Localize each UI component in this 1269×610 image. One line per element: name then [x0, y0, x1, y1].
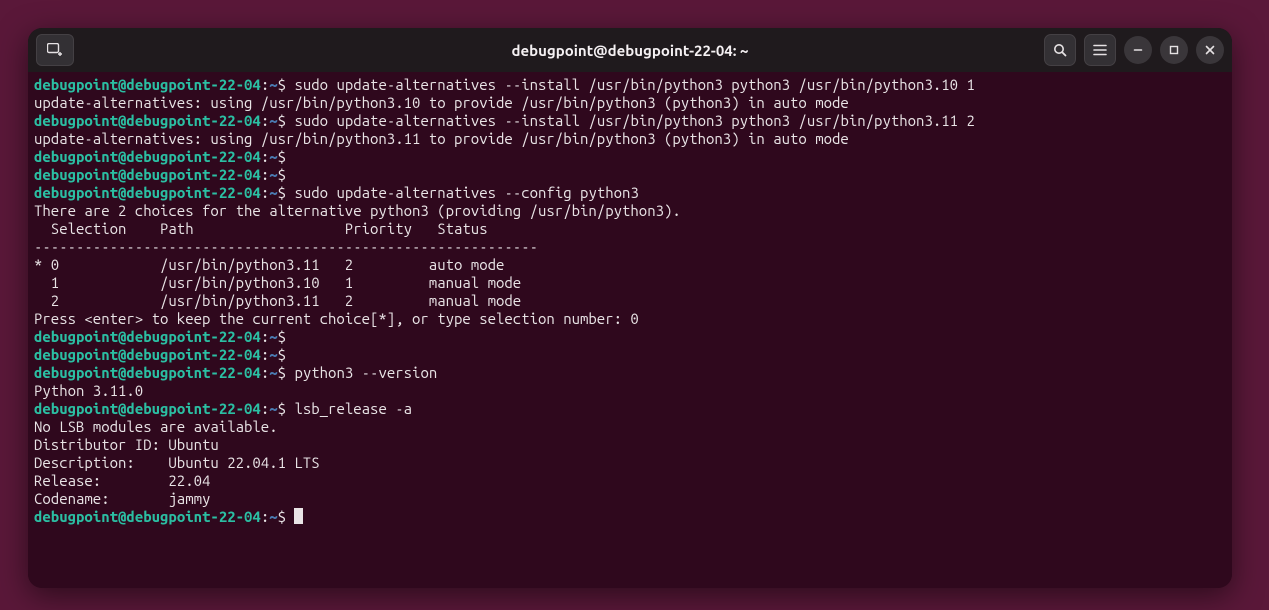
terminal-line: debugpoint@debugpoint-22-04:~$ sudo upda…: [34, 76, 1226, 94]
terminal-output: update-alternatives: using /usr/bin/pyth…: [34, 94, 1226, 112]
terminal-line: debugpoint@debugpoint-22-04:~$: [34, 166, 1226, 184]
terminal-line: debugpoint@debugpoint-22-04:~$: [34, 328, 1226, 346]
terminal-line: debugpoint@debugpoint-22-04:~$ python3 -…: [34, 364, 1226, 382]
terminal-output: update-alternatives: using /usr/bin/pyth…: [34, 130, 1226, 148]
terminal-output: Press <enter> to keep the current choice…: [34, 310, 1226, 328]
command: sudo update-alternatives --install /usr/…: [294, 112, 974, 129]
minimize-button[interactable]: [1124, 36, 1152, 64]
prompt-user: debugpoint: [34, 76, 118, 93]
terminal-line: debugpoint@debugpoint-22-04:~$ sudo upda…: [34, 112, 1226, 130]
table-row: * 0 /usr/bin/python3.11 2 auto mode: [34, 256, 1226, 274]
hamburger-icon: [1093, 44, 1107, 56]
search-icon: [1053, 43, 1067, 57]
terminal-line: debugpoint@debugpoint-22-04:~$: [34, 508, 1226, 526]
close-icon: [1204, 44, 1216, 56]
command: python3 --version: [294, 364, 437, 381]
maximize-button[interactable]: [1160, 36, 1188, 64]
table-row: 1 /usr/bin/python3.10 1 manual mode: [34, 274, 1226, 292]
maximize-icon: [1168, 44, 1180, 56]
menu-button[interactable]: [1084, 34, 1116, 66]
close-button[interactable]: [1196, 36, 1224, 64]
new-tab-button[interactable]: [36, 34, 74, 66]
new-tab-icon: [47, 43, 63, 57]
command: sudo update-alternatives --install /usr/…: [294, 76, 974, 93]
terminal-output: Distributor ID: Ubuntu: [34, 436, 1226, 454]
table-row: 2 /usr/bin/python3.11 2 manual mode: [34, 292, 1226, 310]
table-divider: ----------------------------------------…: [34, 238, 1226, 256]
minimize-icon: [1132, 44, 1144, 56]
command: sudo update-alternatives --config python…: [294, 184, 638, 201]
command: lsb_release -a: [294, 400, 412, 417]
terminal-output: Release: 22.04: [34, 472, 1226, 490]
terminal-line: debugpoint@debugpoint-22-04:~$ sudo upda…: [34, 184, 1226, 202]
terminal-body[interactable]: debugpoint@debugpoint-22-04:~$ sudo upda…: [28, 72, 1232, 588]
terminal-line: debugpoint@debugpoint-22-04:~$: [34, 346, 1226, 364]
terminal-output: Description: Ubuntu 22.04.1 LTS: [34, 454, 1226, 472]
terminal-line: debugpoint@debugpoint-22-04:~$ lsb_relea…: [34, 400, 1226, 418]
cursor: [294, 508, 303, 524]
titlebar: debugpoint@debugpoint-22-04: ~: [28, 28, 1232, 72]
terminal-output: Python 3.11.0: [34, 382, 1226, 400]
terminal-output: No LSB modules are available.: [34, 418, 1226, 436]
search-button[interactable]: [1044, 34, 1076, 66]
window-controls: [1044, 34, 1224, 66]
terminal-output: There are 2 choices for the alternative …: [34, 202, 1226, 220]
terminal-line: debugpoint@debugpoint-22-04:~$: [34, 148, 1226, 166]
table-header: Selection Path Priority Status: [34, 220, 1226, 238]
terminal-output: Codename: jammy: [34, 490, 1226, 508]
terminal-window: debugpoint@debugpoint-22-04: ~: [28, 28, 1232, 588]
